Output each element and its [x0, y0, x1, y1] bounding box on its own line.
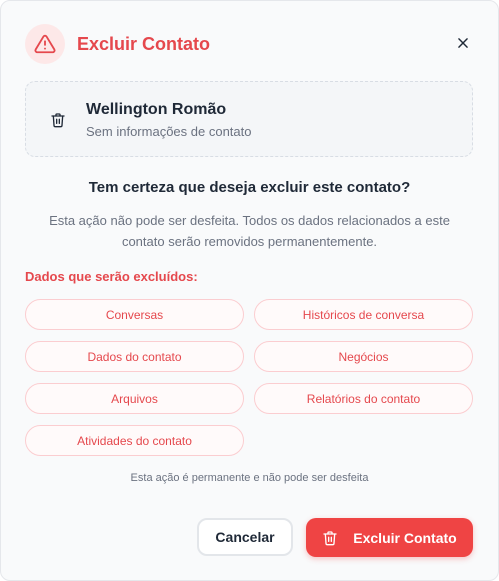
deleted-items-heading: Dados que serão excluídos:: [25, 269, 198, 284]
close-icon: [456, 36, 470, 50]
confirmation-question: Tem certeza que deseja excluir este cont…: [88, 179, 411, 196]
deleted-item-chip: Históricos de conversa: [254, 299, 473, 330]
deleted-item-chip: Relatórios do contato: [254, 383, 473, 414]
contact-subtitle: Sem informações de contato: [86, 124, 252, 139]
delete-button-label: Excluir Contato: [353, 529, 457, 546]
delete-contact-button[interactable]: Excluir Contato: [306, 518, 473, 557]
dialog-header: Excluir Contato: [25, 23, 210, 65]
contact-name: Wellington Romão: [86, 101, 227, 118]
close-button[interactable]: [454, 34, 472, 52]
trash-icon: [50, 112, 66, 133]
alert-triangle-icon: [34, 33, 56, 55]
deleted-item-chip: Arquivos: [25, 383, 244, 414]
cancel-button[interactable]: Cancelar: [197, 518, 293, 556]
deleted-item-chip: Atividades do contato: [25, 425, 244, 456]
confirmation-description: Esta ação não pode ser desfeita. Todos o…: [49, 213, 450, 249]
permanent-warning-note: Esta ação é permanente e não pode ser de…: [130, 472, 369, 484]
dialog-title: Excluir Contato: [77, 33, 211, 54]
deleted-item-chip: Dados do contato: [25, 341, 244, 372]
deleted-item-chip: Conversas: [25, 299, 244, 330]
trash-icon: [322, 530, 338, 546]
deleted-item-chip: Negócios: [254, 341, 473, 372]
delete-contact-dialog: Excluir Contato Wellington Romão Sem inf…: [0, 0, 499, 581]
contact-card: Wellington Romão Sem informações de cont…: [25, 81, 473, 157]
warning-badge: [25, 24, 65, 64]
